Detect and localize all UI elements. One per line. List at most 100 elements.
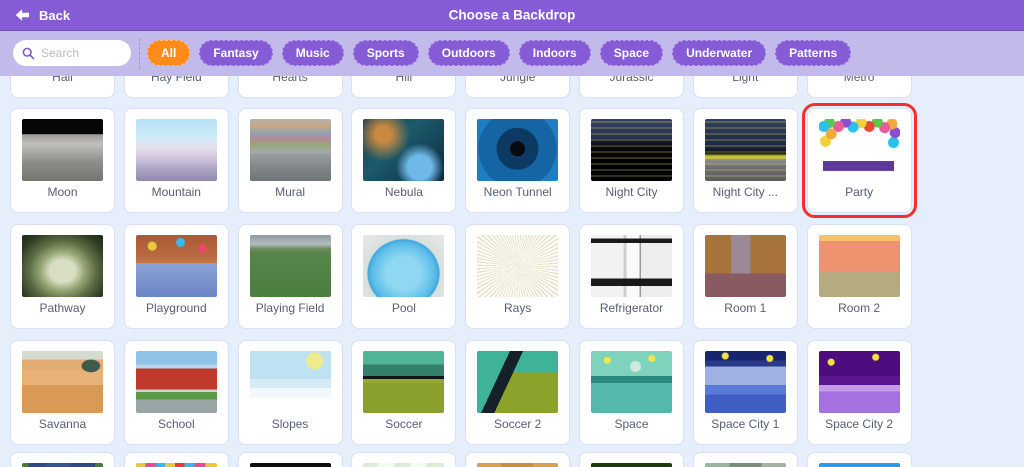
backdrop-card-soccer-2[interactable]: Soccer 2 xyxy=(465,340,570,445)
backdrop-label: Light xyxy=(696,76,795,85)
backdrop-card-space-city-1[interactable]: Space City 1 xyxy=(693,340,798,445)
backdrop-label: Hill xyxy=(354,76,453,85)
tag-outdoors[interactable]: Outdoors xyxy=(428,40,510,66)
backdrop-thumbnail xyxy=(591,119,672,181)
backdrop-card[interactable] xyxy=(10,452,115,467)
backdrop-card-jungle[interactable]: Jungle xyxy=(465,76,570,98)
backdrop-label: Neon Tunnel xyxy=(468,185,567,200)
backdrop-card-space[interactable]: Space xyxy=(579,340,684,445)
backdrop-grid: Hall Hay Field Hearts Hill Jungle Jurassic Lig… xyxy=(0,76,1024,467)
tag-all[interactable]: All xyxy=(147,40,190,66)
backdrop-thumbnail xyxy=(705,351,786,413)
tag-underwater[interactable]: Underwater xyxy=(672,40,766,66)
back-arrow-icon xyxy=(15,8,30,22)
backdrop-label: Refrigerator xyxy=(582,301,681,316)
backdrop-thumbnail xyxy=(136,235,217,297)
backdrop-label: Jurassic xyxy=(582,76,681,85)
backdrop-card[interactable] xyxy=(351,452,456,467)
filter-bar: All Fantasy Music Sports Outdoors Indoors Spac… xyxy=(0,31,1024,76)
tag-sports[interactable]: Sports xyxy=(353,40,419,66)
search-input[interactable] xyxy=(41,46,122,60)
backdrop-label: Nebula xyxy=(354,185,453,200)
backdrop-thumbnail xyxy=(363,463,444,467)
backdrop-thumbnail xyxy=(477,463,558,467)
backdrop-label: Space City 2 xyxy=(810,417,909,432)
backdrop-thumbnail xyxy=(250,119,331,181)
backdrop-label: Space City 1 xyxy=(696,417,795,432)
backdrop-card-school[interactable]: School xyxy=(124,340,229,445)
backdrop-card-light[interactable]: Light xyxy=(693,76,798,98)
modal-header: Back Choose a Backdrop xyxy=(0,0,1024,31)
backdrop-thumbnail xyxy=(591,463,672,467)
backdrop-card-hay-field[interactable]: Hay Field xyxy=(124,76,229,98)
tag-patterns[interactable]: Patterns xyxy=(775,40,851,66)
backdrop-label: Hall xyxy=(13,76,112,85)
backdrop-label: Soccer xyxy=(354,417,453,432)
backdrop-card[interactable] xyxy=(465,452,570,467)
backdrop-card[interactable] xyxy=(238,452,343,467)
backdrop-thumbnail xyxy=(705,463,786,467)
backdrop-card-night-city[interactable]: Night City ... xyxy=(693,108,798,213)
backdrop-card-slopes[interactable]: Slopes xyxy=(238,340,343,445)
search-box[interactable] xyxy=(13,40,131,66)
backdrop-label: Night City ... xyxy=(696,185,795,200)
back-label: Back xyxy=(39,8,70,23)
tag-indoors[interactable]: Indoors xyxy=(519,40,591,66)
backdrop-card-metro[interactable]: Metro xyxy=(807,76,912,98)
backdrop-card-rays[interactable]: Rays xyxy=(465,224,570,329)
backdrop-card-mural[interactable]: Mural xyxy=(238,108,343,213)
backdrop-thumbnail xyxy=(477,351,558,413)
backdrop-label: School xyxy=(127,417,226,432)
backdrop-card[interactable] xyxy=(693,452,798,467)
backdrop-card-pool[interactable]: Pool xyxy=(351,224,456,329)
backdrop-card-room-2[interactable]: Room 2 xyxy=(807,224,912,329)
backdrop-card-pathway[interactable]: Pathway xyxy=(10,224,115,329)
backdrop-thumbnail xyxy=(136,351,217,413)
backdrop-label: Mountain xyxy=(127,185,226,200)
backdrop-label: Room 2 xyxy=(810,301,909,316)
backdrop-thumbnail xyxy=(819,235,900,297)
backdrop-card-neon-tunnel[interactable]: Neon Tunnel xyxy=(465,108,570,213)
backdrop-thumbnail xyxy=(250,463,331,467)
backdrop-card[interactable] xyxy=(124,452,229,467)
backdrop-thumbnail xyxy=(477,119,558,181)
backdrop-card-moon[interactable]: Moon xyxy=(10,108,115,213)
backdrop-label: Hearts xyxy=(241,76,340,85)
backdrop-card-playing-field[interactable]: Playing Field xyxy=(238,224,343,329)
backdrop-card-hill[interactable]: Hill xyxy=(351,76,456,98)
backdrop-card-refrigerator[interactable]: Refrigerator xyxy=(579,224,684,329)
backdrop-label: Soccer 2 xyxy=(468,417,567,432)
backdrop-card-mountain[interactable]: Mountain xyxy=(124,108,229,213)
backdrop-card-night-city[interactable]: Night City xyxy=(579,108,684,213)
backdrop-label: Playground xyxy=(127,301,226,316)
backdrop-label: Space xyxy=(582,417,681,432)
category-tags: All Fantasy Music Sports Outdoors Indoors Spac… xyxy=(147,40,851,66)
backdrop-card[interactable] xyxy=(579,452,684,467)
back-button[interactable]: Back xyxy=(0,0,85,30)
backdrop-label: Rays xyxy=(468,301,567,316)
tag-music[interactable]: Music xyxy=(282,40,344,66)
backdrop-card-space-city-2[interactable]: Space City 2 xyxy=(807,340,912,445)
backdrop-card-nebula[interactable]: Nebula xyxy=(351,108,456,213)
backdrop-card-soccer[interactable]: Soccer xyxy=(351,340,456,445)
tag-fantasy[interactable]: Fantasy xyxy=(199,40,272,66)
backdrop-label: Slopes xyxy=(241,417,340,432)
filter-divider xyxy=(139,38,140,69)
backdrop-label: Hay Field xyxy=(127,76,226,85)
backdrop-thumbnail xyxy=(591,351,672,413)
backdrop-card-hearts[interactable]: Hearts xyxy=(238,76,343,98)
backdrop-label: Mural xyxy=(241,185,340,200)
backdrop-thumbnail xyxy=(363,235,444,297)
backdrop-card-hall[interactable]: Hall xyxy=(10,76,115,98)
backdrop-card-jurassic[interactable]: Jurassic xyxy=(579,76,684,98)
backdrop-card-savanna[interactable]: Savanna xyxy=(10,340,115,445)
backdrop-label: Pathway xyxy=(13,301,112,316)
backdrop-card[interactable] xyxy=(807,452,912,467)
backdrop-card-party[interactable]: Party xyxy=(807,108,912,213)
backdrop-thumbnail xyxy=(22,351,103,413)
backdrop-thumbnail xyxy=(250,235,331,297)
backdrop-card-playground[interactable]: Playground xyxy=(124,224,229,329)
backdrop-card-room-1[interactable]: Room 1 xyxy=(693,224,798,329)
page-title: Choose a Backdrop xyxy=(449,8,576,23)
tag-space[interactable]: Space xyxy=(600,40,663,66)
